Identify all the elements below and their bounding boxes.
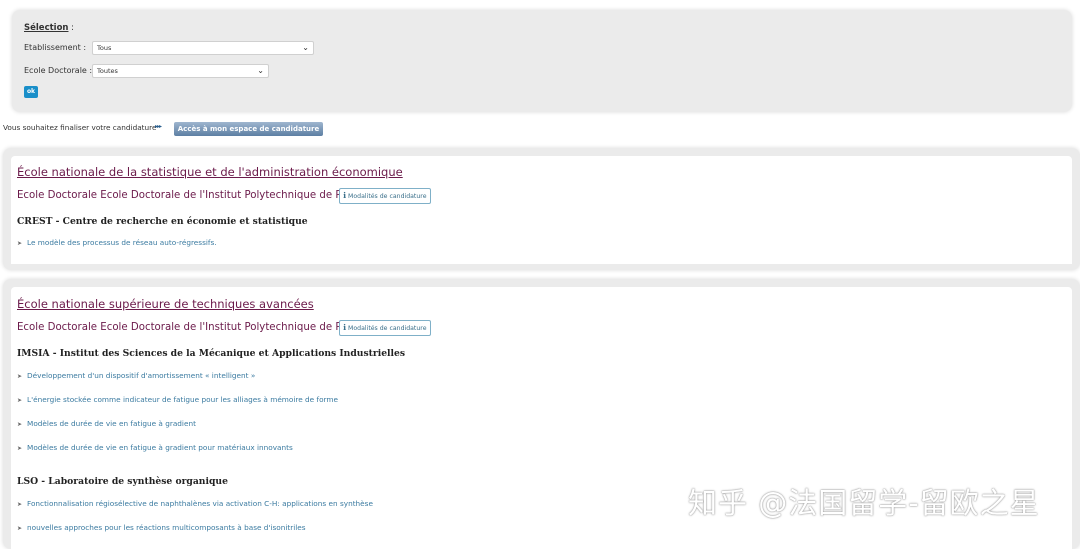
topic-link[interactable]: ➤ nouvelles approches pour les réactions … [17,523,306,532]
modalites-button[interactable]: ℹ Modalités de candidature [339,320,431,336]
modalites-button[interactable]: ℹ Modalités de candidature [339,188,431,204]
chevron-down-icon: ⌄ [257,66,264,75]
access-candidature-button[interactable]: Accès à mon espace de candidature [174,122,323,136]
school-card-body: École nationale de la statistique et de … [11,156,1072,264]
triple-arrow-icon: ▸▸▸ [155,123,162,130]
doctoral-school-link[interactable]: Ecole Doctorale Ecole Doctorale de l'Ins… [17,190,360,201]
ok-button[interactable]: ok [24,86,38,98]
topic-link[interactable]: ➤ Modèles de durée de vie en fatigue à gr… [17,419,196,428]
establishment-value: Tous [97,44,112,52]
arrow-bullet-icon: ➤ [17,445,23,452]
school-link[interactable]: École nationale de la statistique et de … [17,165,403,179]
arrow-bullet-icon: ➤ [17,501,23,508]
arrow-bullet-icon: ➤ [17,373,23,380]
doctoral-school-link[interactable]: Ecole Doctorale Ecole Doctorale de l'Ins… [17,322,360,333]
lab-title: IMSIA - Institut des Sciences de la Méca… [17,348,406,359]
school-link[interactable]: École nationale supérieure de techniques… [17,297,314,311]
topic-link[interactable]: ➤ Fonctionnalisation régiosélective de na… [17,499,373,508]
doctoral-label: Ecole Doctorale : [24,66,93,75]
topic-link[interactable]: ➤ Modèles de durée de vie en fatigue à gr… [17,443,293,452]
chevron-down-icon: ⌄ [302,43,309,52]
selection-panel: Sélection : Etablissement : Tous ⌄ Ecole… [12,10,1072,112]
info-icon: ℹ [343,323,347,332]
establishment-label: Etablissement : [24,43,87,52]
arrow-bullet-icon: ➤ [17,397,23,404]
modalites-label: Modalités de candidature [348,193,427,200]
arrow-bullet-icon: ➤ [17,240,23,247]
lab-title: LSO - Laboratoire de synthèse organique [17,476,228,487]
modalites-label: Modalités de candidature [348,325,427,332]
topic-link[interactable]: ➤ Développement d'un dispositif d'amortis… [17,371,255,380]
info-icon: ℹ [343,191,347,200]
establishment-select[interactable]: Tous ⌄ [92,41,314,55]
topic-link[interactable]: ➤ Le modèle des processus de réseau auto-… [17,238,217,247]
doctoral-value: Toutes [97,67,118,75]
arrow-bullet-icon: ➤ [17,421,23,428]
watermark-text: 知乎 @法国留学-留欧之星 [688,486,1040,520]
lab-title: CREST - Centre de recherche en économie … [17,216,308,227]
doctoral-select[interactable]: Toutes ⌄ [92,64,269,78]
arrow-bullet-icon: ➤ [17,525,23,532]
topic-link[interactable]: ➤ L'énergie stockée comme indicateur de f… [17,395,338,404]
finalise-text: Vous souhaitez finaliser votre candidatu… [3,123,157,132]
selection-title: Sélection : [24,23,75,33]
school-card: École nationale de la statistique et de … [3,148,1080,270]
